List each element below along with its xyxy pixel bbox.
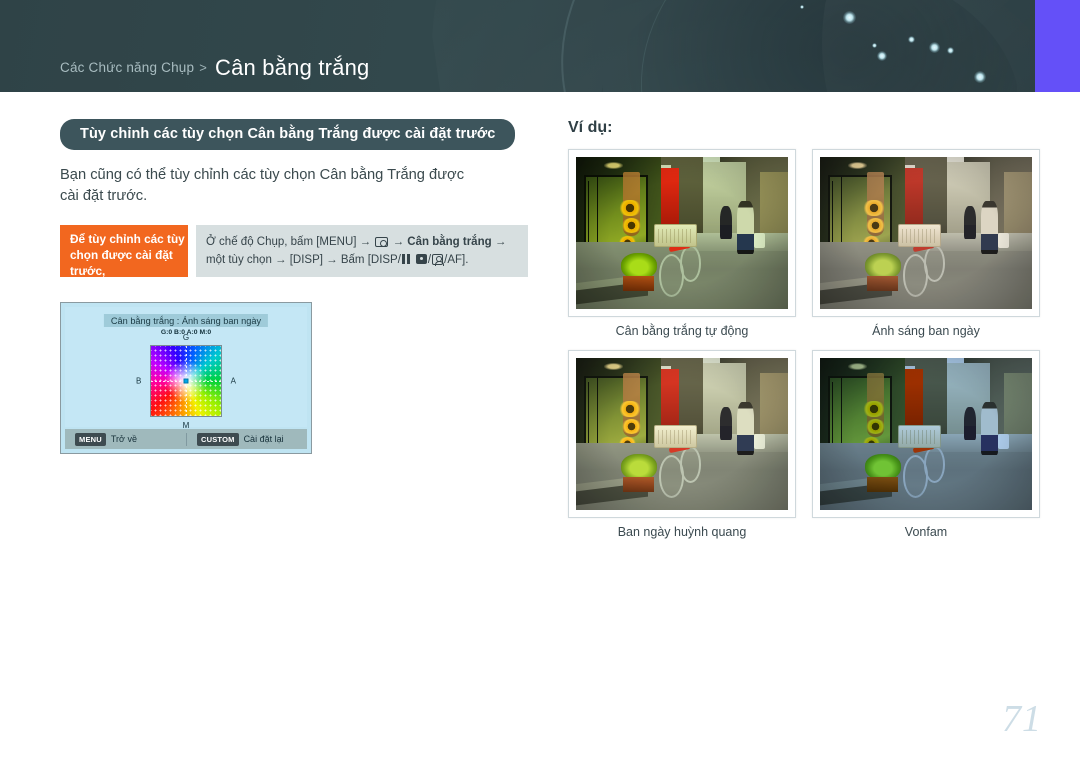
grid-label-b: B xyxy=(136,376,142,386)
grid-label-a: A xyxy=(230,376,236,386)
sparkle-icon xyxy=(800,5,804,9)
instruction-line1-b: → xyxy=(392,236,405,248)
instruction-steps: Ở chế độ Chụp, bấm [MENU] → → Cân bằng t… xyxy=(196,225,528,277)
example-caption: Ánh sáng ban ngày xyxy=(872,324,980,338)
white-balance-tint xyxy=(820,157,1032,309)
example-photo-fluorescent xyxy=(576,358,788,510)
photo-frame xyxy=(812,350,1040,518)
example-cell: Ban ngày huỳnh quang xyxy=(568,350,796,539)
page-title: Cân bằng trắng xyxy=(215,55,370,80)
sparkle-icon xyxy=(872,43,877,48)
sparkle-icon xyxy=(929,42,940,53)
section-heading-pill: Tùy chỉnh các tùy chọn Cân bằng Trắng đư… xyxy=(60,119,516,150)
example-cell: Vonfam xyxy=(812,350,1040,539)
right-column: Ví dụ: Cân bằng trắng tự động Ánh sáng b… xyxy=(560,92,1060,539)
lcd-title: Cân bằng trắng : Ánh sáng ban ngày xyxy=(103,314,269,327)
header-arc-2 xyxy=(535,0,1080,92)
body-paragraph: Bạn cũng có thể tùy chỉnh các tùy chọn C… xyxy=(60,167,465,204)
sparkle-icon xyxy=(974,71,986,83)
lcd-footer-bar: MENU Trở về CUSTOM Cài đặt lại xyxy=(65,429,307,449)
example-caption: Cân bằng trắng tự động xyxy=(615,324,749,338)
person-icon xyxy=(432,254,444,266)
sparkle-icon xyxy=(947,47,954,54)
photo-frame xyxy=(568,350,796,518)
instruction-line2-b: /AF]. xyxy=(444,254,469,266)
examples-heading: Ví dụ: xyxy=(568,119,613,136)
photo-frame xyxy=(812,149,1040,317)
example-photo-tungsten xyxy=(820,358,1032,510)
white-balance-tint xyxy=(820,358,1032,510)
custom-key-icon: CUSTOM xyxy=(197,432,239,446)
example-caption: Ban ngày huỳnh quang xyxy=(617,525,747,539)
grid-icon xyxy=(401,254,414,264)
lcd-menu-action[interactable]: MENU Trở về xyxy=(65,432,186,446)
camera-lcd-illustration: Cân bằng trắng : Ánh sáng ban ngày G:0 B… xyxy=(60,302,312,454)
header-arc-4 xyxy=(771,0,1080,92)
header-accent-bar xyxy=(1035,0,1080,92)
grid-label-g: G xyxy=(182,333,190,342)
header-arc-5 xyxy=(600,0,1020,92)
lcd-custom-action-label: Cài đặt lại xyxy=(243,434,284,444)
instruction-line2-a: một tùy chọn → [DISP] → Bấm [DISP/ xyxy=(206,254,401,266)
white-balance-tint xyxy=(576,157,788,309)
square-dot-icon xyxy=(415,254,427,264)
lcd-screen: Cân bằng trắng : Ánh sáng ban ngày G:0 B… xyxy=(65,307,307,430)
instruction-line1-c: → xyxy=(494,236,507,248)
page-number: 71 xyxy=(1002,698,1042,740)
white-balance-tint xyxy=(576,358,788,510)
example-photo-auto xyxy=(576,157,788,309)
example-image-grid: Cân bằng trắng tự động Ánh sáng ban ngày… xyxy=(568,149,1060,539)
lcd-menu-action-label: Trở về xyxy=(110,434,137,444)
breadcrumb-separator: > xyxy=(199,60,208,75)
example-cell: Ánh sáng ban ngày xyxy=(812,149,1040,338)
example-caption: Vonfam xyxy=(904,525,948,539)
breadcrumb: Các Chức năng Chụp > Cân bằng trắng xyxy=(60,52,370,80)
camera-icon xyxy=(375,237,389,247)
instruction-line2-mid: / xyxy=(427,254,432,266)
menu-key-icon: MENU xyxy=(75,432,106,446)
manual-page: Các Chức năng Chụp > Cân bằng trắng Tùy ch… xyxy=(0,0,1080,765)
lcd-custom-action[interactable]: CUSTOM Cài đặt lại xyxy=(186,432,307,446)
color-wheel-square xyxy=(150,345,222,417)
example-photo-daylight xyxy=(820,157,1032,309)
instruction-line1-a: Ở chế độ Chụp, bấm [MENU] → xyxy=(206,236,372,248)
photo-frame xyxy=(568,149,796,317)
breadcrumb-parent[interactable]: Các Chức năng Chụp xyxy=(60,60,194,75)
example-cell: Cân bằng trắng tự động xyxy=(568,149,796,338)
instruction-box: Để tùy chỉnh các tùy chọn được cài đặt t… xyxy=(60,225,528,278)
grid-cursor[interactable] xyxy=(183,378,189,384)
sparkle-icon xyxy=(908,36,915,43)
instruction-label: Để tùy chỉnh các tùy chọn được cài đặt t… xyxy=(60,225,188,278)
sparkle-icon xyxy=(877,51,887,61)
white-balance-color-grid[interactable]: G M B A xyxy=(136,333,236,430)
page-header-banner: Các Chức năng Chụp > Cân bằng trắng xyxy=(0,0,1080,92)
left-column: Tùy chỉnh các tùy chọn Cân bằng Trắng đư… xyxy=(0,92,545,454)
instruction-line1-bold: Cân bằng trắng xyxy=(407,236,492,248)
sparkle-icon xyxy=(843,11,856,24)
